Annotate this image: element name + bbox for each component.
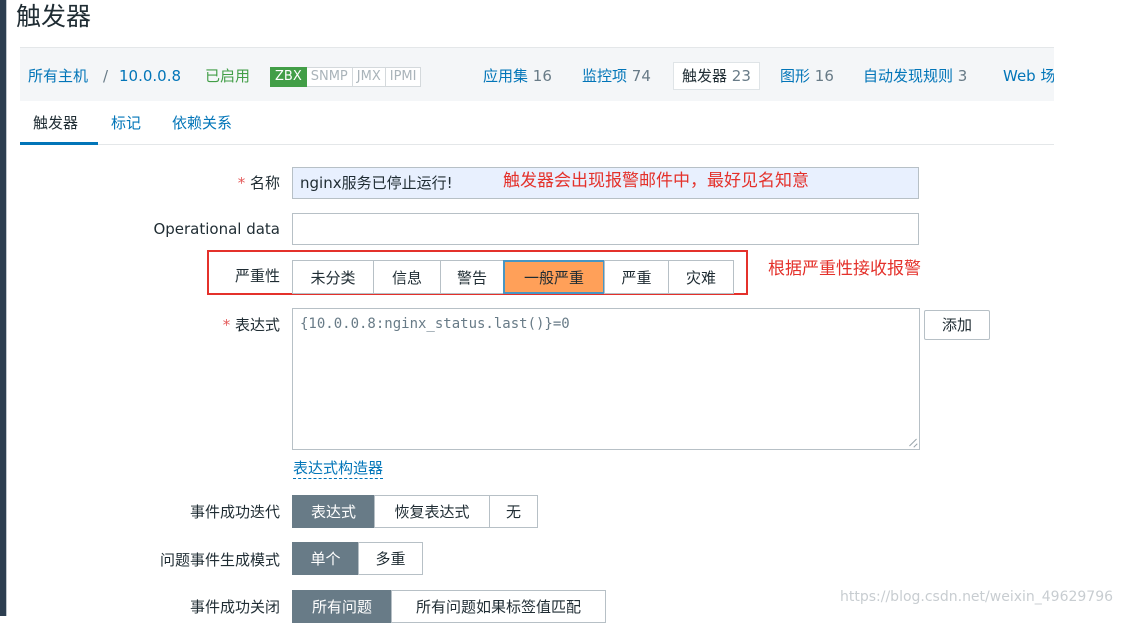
operational-data-input[interactable] bbox=[292, 213, 919, 245]
tab-trigger[interactable]: 触发器 bbox=[33, 113, 78, 133]
severity-segmented-control: 未分类 信息 警告 一般严重 严重 灾难 bbox=[292, 260, 734, 294]
expression-value: {10.0.0.8:nginx_status.last()}=0 bbox=[300, 316, 570, 332]
host-link-count: 16 bbox=[814, 67, 834, 85]
snmp-availability-badge: SNMP bbox=[306, 67, 353, 87]
expression-field-label: * 表达式 bbox=[150, 315, 280, 335]
host-link-label: 应用集 bbox=[483, 67, 529, 85]
problem-mode-single-option[interactable]: 单个 bbox=[292, 542, 359, 575]
operational-data-label: Operational data bbox=[153, 220, 280, 238]
problem-mode-control: 单个 多重 bbox=[292, 542, 423, 575]
problem-mode-label: 问题事件生成模式 bbox=[159, 551, 280, 569]
add-expression-button[interactable]: 添加 bbox=[924, 310, 990, 340]
host-link-label: Web 场 bbox=[1003, 67, 1054, 85]
severity-warning[interactable]: 警告 bbox=[440, 260, 504, 294]
page-title: 触发器 bbox=[16, 2, 92, 31]
active-tab-indicator bbox=[20, 142, 98, 145]
left-window-edge bbox=[0, 0, 7, 616]
tab-tags[interactable]: 标记 bbox=[111, 113, 141, 133]
jmx-availability-badge: JMX bbox=[352, 67, 386, 87]
host-link-count: 74 bbox=[631, 67, 651, 85]
problem-mode-multiple-option[interactable]: 多重 bbox=[358, 542, 423, 575]
required-marker: * bbox=[222, 316, 235, 334]
host-link-graphs[interactable]: 图形 16 bbox=[780, 66, 834, 86]
host-link-label: 图形 bbox=[780, 67, 811, 85]
name-label-text: 名称 bbox=[249, 174, 280, 192]
host-link-triggers[interactable]: 触发器 23 bbox=[673, 62, 760, 90]
expression-label-text: 表达式 bbox=[234, 316, 280, 334]
severity-label: 严重性 bbox=[234, 267, 280, 285]
host-link-label: 自动发现规则 bbox=[863, 67, 954, 85]
name-field-label: * 名称 bbox=[150, 173, 280, 193]
breadcrumb-host[interactable]: 10.0.0.8 bbox=[119, 66, 181, 86]
ok-event-generation-control: 表达式 恢复表达式 无 bbox=[292, 495, 538, 528]
required-marker: * bbox=[237, 174, 250, 192]
host-link-items[interactable]: 监控项 74 bbox=[582, 66, 651, 86]
host-link-applications[interactable]: 应用集 16 bbox=[483, 66, 552, 86]
ok-closes-all-problems-option[interactable]: 所有问题 bbox=[292, 590, 392, 623]
ok-event-generation-label: 事件成功迭代 bbox=[189, 503, 280, 521]
watermark: https://blog.csdn.net/weixin_49629796 bbox=[840, 589, 1114, 605]
ok-event-closes-label: 事件成功关闭 bbox=[189, 598, 280, 616]
tab-dependencies[interactable]: 依赖关系 bbox=[172, 113, 232, 133]
severity-not-classified[interactable]: 未分类 bbox=[292, 260, 374, 294]
zbx-availability-badge: ZBX bbox=[270, 67, 307, 87]
host-link-label: 触发器 bbox=[682, 67, 728, 85]
breadcrumb-all-hosts[interactable]: 所有主机 bbox=[28, 66, 88, 86]
host-link-web-scenarios[interactable]: Web 场 bbox=[1003, 66, 1054, 86]
ok-event-expression-option[interactable]: 表达式 bbox=[292, 495, 375, 528]
severity-high[interactable]: 严重 bbox=[604, 260, 669, 294]
host-link-count: 3 bbox=[957, 67, 968, 85]
name-annotation: 触发器会出现报警邮件中，最好见名知意 bbox=[503, 171, 809, 191]
ok-event-recovery-expression-option[interactable]: 恢复表达式 bbox=[374, 495, 490, 528]
ok-closes-tag-match-option[interactable]: 所有问题如果标签值匹配 bbox=[391, 590, 606, 623]
availability-badges: ZBX SNMP JMX IPMI bbox=[270, 67, 422, 87]
host-link-discovery-rules[interactable]: 自动发现规则 3 bbox=[863, 66, 967, 86]
severity-annotation: 根据严重性接收报警 bbox=[768, 259, 921, 279]
host-link-count: 16 bbox=[532, 67, 552, 85]
ok-event-none-option[interactable]: 无 bbox=[489, 495, 538, 528]
ok-event-closes-control: 所有问题 所有问题如果标签值匹配 bbox=[292, 590, 606, 623]
expression-textarea[interactable]: {10.0.0.8:nginx_status.last()}=0 bbox=[292, 308, 920, 450]
expression-constructor-link[interactable]: 表达式构造器 bbox=[293, 458, 384, 479]
severity-information[interactable]: 信息 bbox=[373, 260, 441, 294]
host-link-label: 监控项 bbox=[582, 67, 628, 85]
host-navigation-bar: 所有主机 / 10.0.0.8 已启用 ZBX SNMP JMX IPMI 应用… bbox=[20, 47, 1054, 101]
form-tabs: 触发器 标记 依赖关系 bbox=[20, 101, 1054, 145]
host-status-enabled[interactable]: 已启用 bbox=[205, 66, 250, 86]
breadcrumb-separator: / bbox=[103, 67, 109, 85]
host-link-count: 23 bbox=[731, 67, 751, 85]
severity-disaster[interactable]: 灾难 bbox=[668, 260, 734, 294]
severity-average[interactable]: 一般严重 bbox=[503, 260, 605, 294]
ipmi-availability-badge: IPMI bbox=[385, 67, 422, 87]
resize-handle-icon[interactable] bbox=[909, 439, 917, 447]
